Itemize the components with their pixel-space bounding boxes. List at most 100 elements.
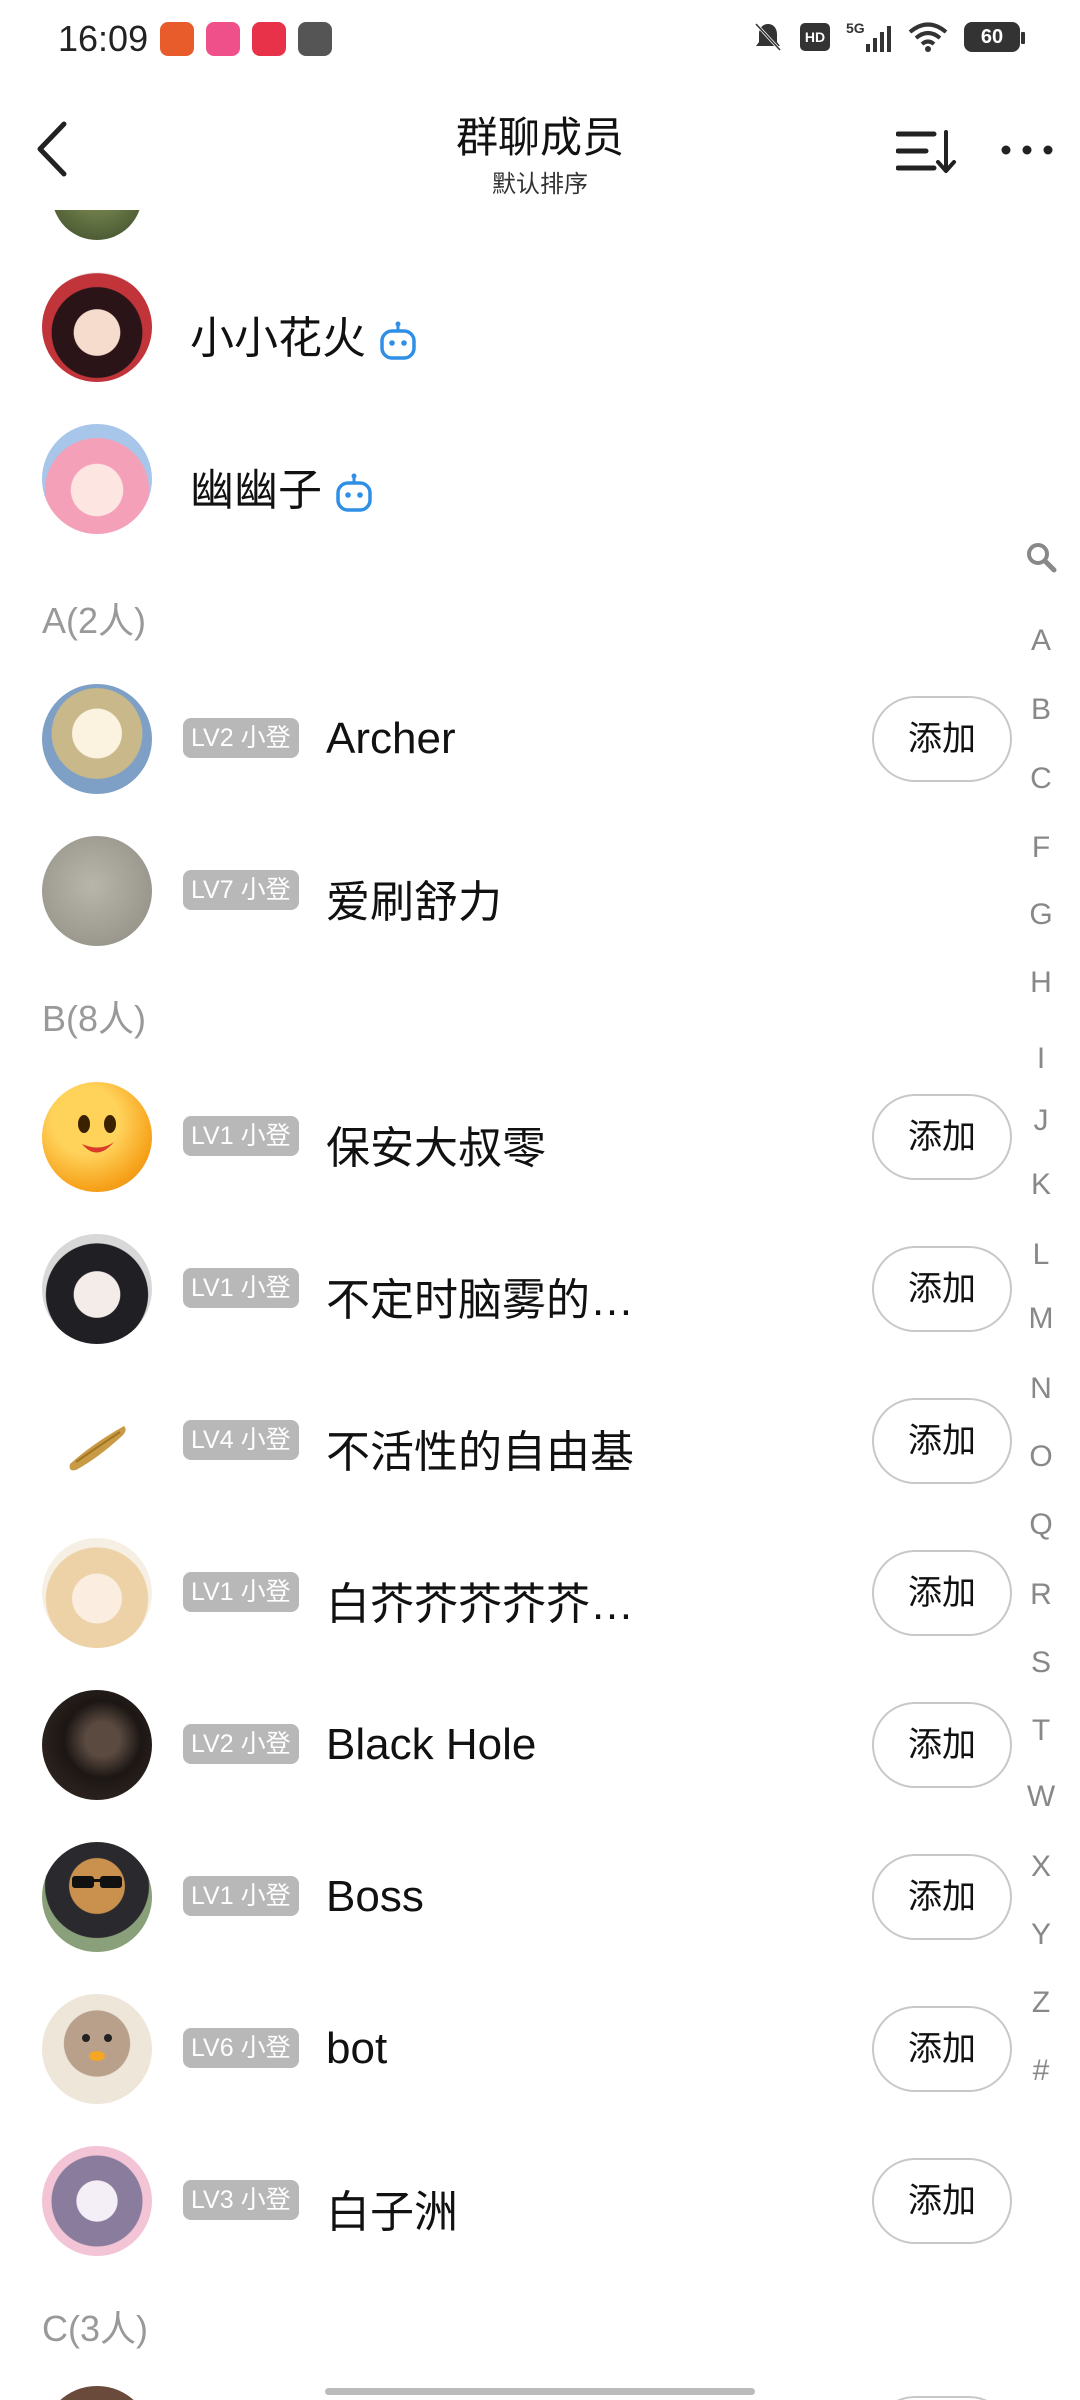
section-header-c: C(3人) (42, 2308, 148, 2349)
list-item[interactable]: LV1 小登 保安大叔零 添加 (0, 1060, 1012, 1212)
list-item[interactable]: LV1 小登 白芥芥芥芥芥… 添加 (0, 1516, 1012, 1668)
avatar[interactable] (42, 684, 152, 794)
index-letter[interactable]: X (1020, 1850, 1062, 1884)
index-letter[interactable]: H (1020, 966, 1062, 1000)
index-letter[interactable]: N (1020, 1372, 1062, 1406)
list-item[interactable]: LV1 小登 Boss 添加 (0, 1820, 1012, 1972)
index-letter[interactable]: F (1020, 831, 1062, 865)
member-list[interactable]: 小小花火 幽幽子 A(2人) LV2 小登 Archer 添加 LV7 小登 爱… (0, 210, 1080, 2400)
avatar[interactable] (42, 1842, 152, 1952)
avatar[interactable] (42, 2146, 152, 2256)
notification-icons (160, 22, 332, 56)
add-friend-button[interactable]: 添加 (872, 1246, 1012, 1332)
larva-image (69, 1426, 126, 1471)
level-badge: LV7 小登 (183, 870, 299, 910)
app-notification-icon (206, 22, 240, 56)
member-name: 保安大叔零 (326, 1124, 546, 1173)
avatar[interactable] (42, 1234, 152, 1344)
more-icon[interactable] (998, 130, 1056, 170)
list-item[interactable]: LV2 小登 Black Hole 添加 (0, 1668, 1012, 1820)
index-letter[interactable]: A (1020, 624, 1062, 658)
search-icon[interactable] (1024, 540, 1058, 574)
level-badge: LV6 小登 (183, 2028, 299, 2068)
avatar[interactable] (42, 1082, 152, 1192)
battery-icon: 60 (964, 22, 1025, 52)
index-letter[interactable]: O (1020, 1440, 1062, 1474)
member-name: 白芥芥芥芥芥… (326, 1580, 634, 1629)
index-letter[interactable]: B (1020, 693, 1062, 727)
add-friend-button[interactable]: 添加 (872, 1854, 1012, 1940)
avatar[interactable] (42, 1994, 152, 2104)
signal-icon: 5G (846, 20, 892, 54)
index-letter[interactable]: G (1020, 898, 1062, 932)
sort-icon[interactable] (896, 126, 958, 176)
index-letter[interactable]: I (1020, 1042, 1062, 1076)
avatar[interactable] (42, 1690, 152, 1800)
avatar[interactable] (42, 272, 152, 382)
member-name: bot (326, 2024, 388, 2073)
wifi-icon (908, 22, 948, 52)
status-time: 16:09 (58, 18, 149, 59)
hd-icon: HD (800, 23, 830, 51)
index-letter[interactable]: C (1020, 762, 1062, 796)
list-item[interactable]: 小小花火 (0, 250, 1000, 402)
mute-icon (754, 22, 782, 52)
level-badge: LV4 小登 (183, 1420, 299, 1460)
index-letter[interactable]: # (1020, 2054, 1062, 2088)
app-notification-icon (160, 22, 194, 56)
member-name: Black Hole (326, 1720, 537, 1769)
section-header-b: B(8人) (42, 998, 147, 1039)
index-letter[interactable]: Z (1020, 1986, 1062, 2020)
index-letter[interactable]: M (1020, 1302, 1062, 1336)
app-notification-icon (252, 22, 286, 56)
index-letter[interactable]: J (1020, 1104, 1062, 1138)
index-letter[interactable]: L (1020, 1238, 1062, 1272)
member-name: 爱刷舒力 (326, 878, 502, 927)
list-item[interactable]: LV7 小登 爱刷舒力 (0, 814, 1000, 966)
avatar[interactable] (42, 424, 152, 534)
add-friend-button[interactable]: 添加 (872, 1702, 1012, 1788)
list-item[interactable]: LV4 小登 不活性的自由基 添加 (0, 1364, 1012, 1516)
avatar[interactable] (42, 1538, 152, 1648)
bot-icon (380, 321, 416, 361)
list-item[interactable]: LV1 小登 不定时脑雾的… 添加 (0, 1212, 1012, 1364)
add-friend-button[interactable]: 添加 (872, 1398, 1012, 1484)
avatar[interactable] (42, 2386, 152, 2400)
member-name: Archer (326, 714, 456, 763)
index-letter[interactable]: K (1020, 1168, 1062, 1202)
add-friend-button[interactable]: 添加 (872, 696, 1012, 782)
list-item[interactable]: LV2 小登 Archer 添加 (0, 662, 1012, 814)
index-letter[interactable]: R (1020, 1578, 1062, 1612)
level-badge: LV3 小登 (183, 2180, 299, 2220)
section-header-a: A(2人) (42, 600, 147, 641)
list-item[interactable]: LV3 小登 白子洲 添加 (0, 2124, 1012, 2276)
member-name: 小小花火 (190, 302, 418, 366)
add-friend-button[interactable] (872, 2396, 1012, 2400)
title-bar: 群聊成员 默认排序 (0, 90, 1080, 210)
list-item[interactable]: 幽幽子 (0, 402, 1000, 554)
member-name: 白子洲 (326, 2188, 458, 2237)
index-letter[interactable]: T (1020, 1714, 1062, 1748)
avatar[interactable] (42, 836, 152, 946)
avatar[interactable] (42, 1386, 152, 1496)
add-friend-button[interactable]: 添加 (872, 1550, 1012, 1636)
list-item[interactable]: LV6 小登 bot 添加 (0, 1972, 1012, 2124)
add-friend-button[interactable]: 添加 (872, 1094, 1012, 1180)
member-name: Boss (326, 1872, 424, 1921)
index-letter[interactable]: W (1020, 1780, 1062, 1814)
emoji-face (78, 1115, 116, 1153)
member-name: 幽幽子 (190, 454, 374, 518)
index-letter[interactable]: Q (1020, 1508, 1062, 1542)
level-badge: LV1 小登 (183, 1268, 299, 1308)
status-bar: 16:09 HD 5G 60 (0, 0, 1080, 80)
add-friend-button[interactable]: 添加 (872, 2158, 1012, 2244)
level-badge: LV2 小登 (183, 718, 299, 758)
index-letter[interactable]: S (1020, 1646, 1062, 1680)
member-name-text: 小小花火 (190, 314, 366, 363)
avatar[interactable] (52, 210, 142, 240)
level-badge: LV1 小登 (183, 1876, 299, 1916)
message-notification-icon (298, 22, 332, 56)
index-letter[interactable]: Y (1020, 1918, 1062, 1952)
home-indicator[interactable] (325, 2388, 755, 2395)
add-friend-button[interactable]: 添加 (872, 2006, 1012, 2092)
